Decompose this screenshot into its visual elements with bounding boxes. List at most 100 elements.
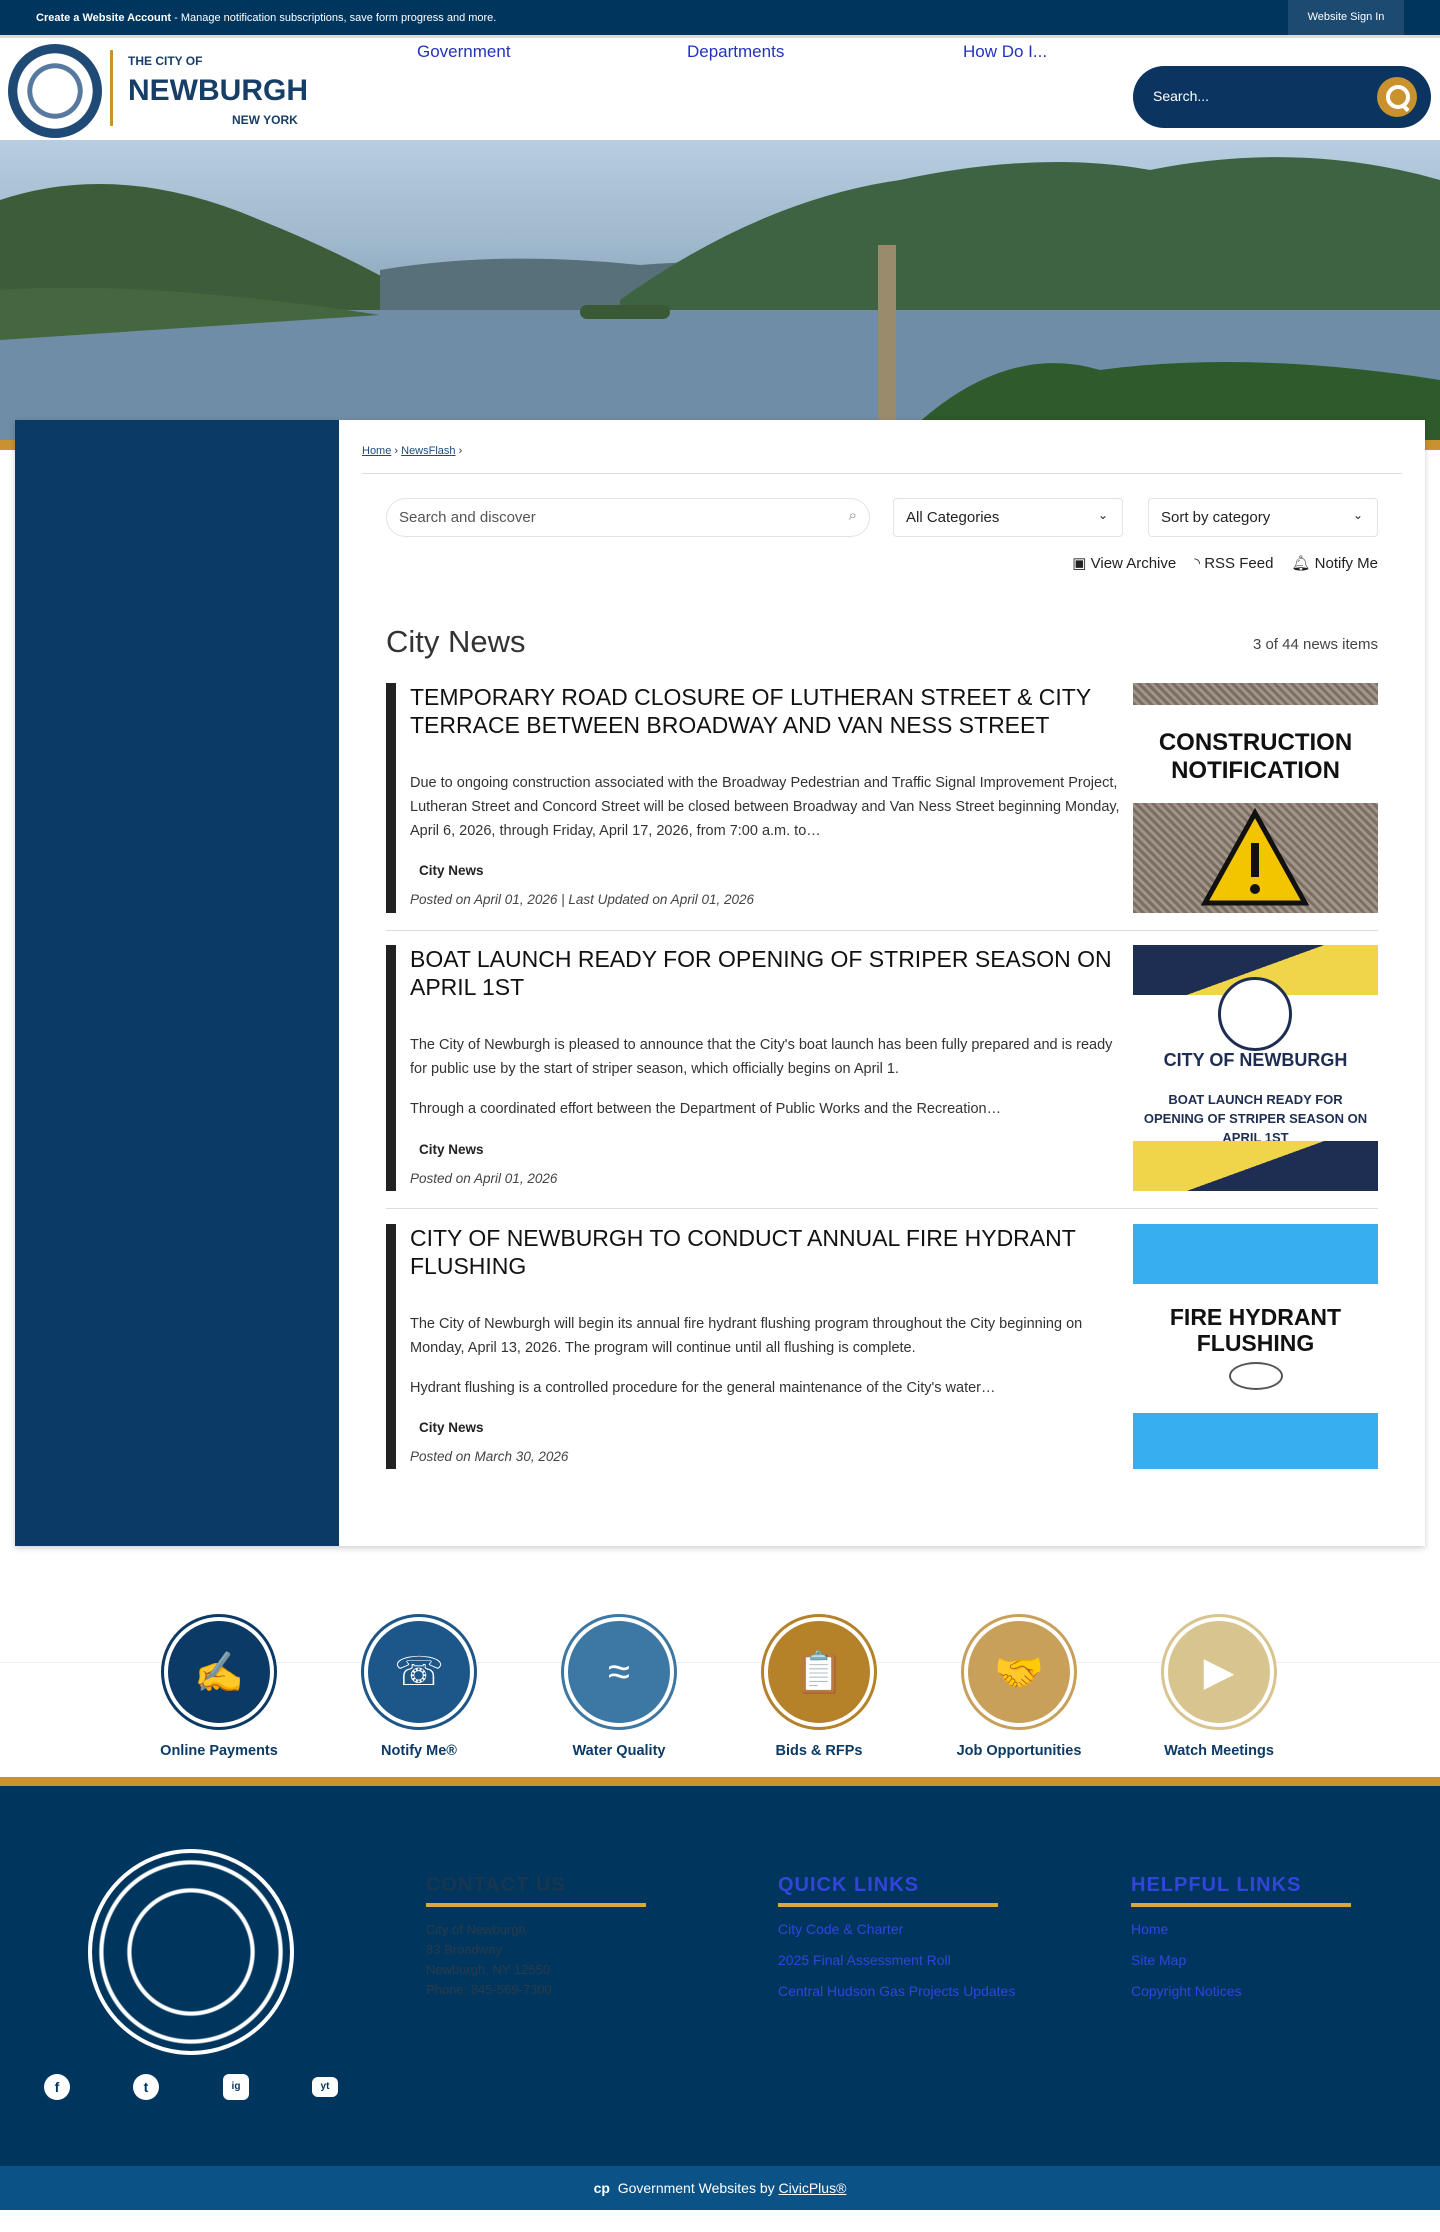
news-item: CITY OF NEWBURGH TO CONDUCT ANNUAL FIRE … — [386, 1224, 1378, 1469]
gravel-area — [1133, 803, 1378, 913]
footer-city-seal — [88, 1849, 294, 2055]
news-image[interactable]: CONSTRUCTION NOTIFICATION — [1133, 683, 1378, 913]
footer-gold-line — [0, 1777, 1440, 1786]
breadcrumb-home[interactable]: Home — [362, 445, 391, 457]
site-search-input[interactable]: Search... — [1133, 66, 1431, 128]
quick-link-online-payments[interactable]: ✍ Online Payments — [119, 1617, 319, 1759]
search-icon[interactable]: ⌕ — [849, 507, 857, 524]
quick-link-label: Notify Me® — [381, 1743, 457, 1759]
helpful-links-list: Home Site Map Copyright Notices — [1131, 1914, 1242, 2007]
logo-line3: NEW YORK — [232, 113, 298, 127]
quick-link-bids-rfps[interactable]: 📋 Bids & RFPs — [719, 1617, 919, 1759]
youtube-icon[interactable]: yt — [312, 2077, 338, 2097]
contact-heading: CONTACT US — [426, 1874, 646, 1907]
footer: CONTACT US City of Newburgh 83 Broadway … — [0, 1786, 1440, 2166]
bell-icon: 🔔︎ — [1291, 555, 1311, 572]
news-actions: ▣ View Archive ◝ RSS Feed 🔔︎ Notify Me — [1072, 554, 1378, 572]
nav-government[interactable]: Government — [417, 42, 511, 62]
sign-in-button[interactable]: Website Sign In — [1288, 0, 1404, 35]
news-image[interactable]: CITY OF NEWBURGH BOAT LAUNCH READY FOR O… — [1133, 945, 1378, 1191]
footer-link[interactable]: Home — [1131, 1914, 1242, 1945]
view-archive-link[interactable]: ▣ View Archive — [1072, 554, 1176, 572]
sidebar — [15, 420, 339, 1546]
contact-info: City of Newburgh 83 Broadway Newburgh, N… — [426, 1920, 552, 2000]
account-message: Create a Website Account - Manage notifi… — [36, 12, 496, 24]
hudson-river-landscape — [0, 157, 1440, 440]
image-caption: CONSTRUCTION NOTIFICATION — [1158, 729, 1353, 784]
breadcrumb: Home › NewsFlash › — [362, 445, 463, 457]
image-band-top — [1133, 1224, 1378, 1284]
site-header: THE CITY OF NEWBURGH NEW YORK Government… — [0, 35, 1440, 140]
logo-line2[interactable]: NEWBURGH — [128, 74, 308, 108]
image-band-bottom — [1133, 1141, 1378, 1191]
city-seal — [1228, 1362, 1283, 1390]
video-icon: ▶ — [1164, 1617, 1274, 1727]
city-seal-logo[interactable] — [8, 44, 102, 138]
footer-link[interactable]: Site Map — [1131, 1945, 1242, 1976]
image-caption: FIRE HYDRANT FLUSHING — [1169, 1304, 1342, 1356]
news-category: City News — [419, 1420, 484, 1435]
news-category: City News — [419, 1142, 484, 1157]
sort-value: Sort by category — [1161, 509, 1271, 526]
top-bar: Create a Website Account - Manage notifi… — [0, 0, 1440, 35]
news-desc: Due to ongoing construction associated w… — [410, 775, 1120, 839]
handshake-icon: 🤝 — [964, 1617, 1074, 1727]
image-subcaption: BOAT LAUNCH READY FOR OPENING OF STRIPER… — [1143, 1092, 1368, 1145]
accent-bar — [386, 945, 396, 1191]
search-icon[interactable] — [1377, 77, 1417, 117]
notify-label: Notify Me — [1314, 555, 1378, 572]
footer-link[interactable]: 2025 Final Assessment Roll — [778, 1945, 1015, 1976]
nav-how-do-i[interactable]: How Do I... — [963, 42, 1047, 62]
news-image[interactable]: FIRE HYDRANT FLUSHING — [1133, 1224, 1378, 1469]
gravel-strip — [1133, 683, 1378, 705]
news-title[interactable]: CITY OF NEWBURGH TO CONDUCT ANNUAL FIRE … — [410, 1224, 1130, 1280]
payment-icon: ✍ — [164, 1617, 274, 1727]
news-date: Posted on April 01, 2026 | Last Updated … — [410, 892, 754, 907]
quick-links-heading: QUICK LINKS — [778, 1874, 998, 1907]
credit-bar: cp Government Websites by CivicPlus® — [0, 2166, 1440, 2210]
news-desc: The City of Newburgh is pleased to annou… — [410, 1037, 1113, 1077]
create-account-link[interactable]: Create a Website Account — [36, 12, 171, 24]
footer-link[interactable]: City Code & Charter — [778, 1914, 1015, 1945]
footer-link[interactable]: Copyright Notices — [1131, 1976, 1242, 2007]
quick-link-label: Watch Meetings — [1164, 1743, 1274, 1759]
notify-me-link[interactable]: 🔔︎ Notify Me — [1291, 554, 1378, 572]
nav-departments[interactable]: Departments — [687, 42, 784, 62]
search-placeholder: Search... — [1153, 88, 1210, 104]
footer-link[interactable]: Central Hudson Gas Projects Updates — [778, 1976, 1015, 2007]
chevron-down-icon: ⌄ — [1097, 508, 1108, 522]
quick-link-notify-me[interactable]: ☏ Notify Me® — [319, 1617, 519, 1759]
news-search-input[interactable]: Search and discover ⌕ — [386, 498, 870, 537]
news-title[interactable]: TEMPORARY ROAD CLOSURE OF LUTHERAN STREE… — [410, 683, 1130, 739]
quick-link-water-quality[interactable]: ≈ Water Quality — [519, 1617, 719, 1759]
rss-feed-link[interactable]: ◝ RSS Feed — [1194, 554, 1273, 572]
category-value: All Categories — [906, 509, 1000, 526]
quick-link-job-opportunities[interactable]: 🤝 Job Opportunities — [919, 1617, 1119, 1759]
helpful-links-heading: HELPFUL LINKS — [1131, 1874, 1351, 1907]
quick-link-label: Online Payments — [160, 1743, 278, 1759]
facebook-icon[interactable]: f — [44, 2074, 70, 2100]
civicplus-link[interactable]: CivicPlus® — [779, 2180, 847, 2196]
divider — [362, 473, 1402, 474]
news-category: City News — [419, 863, 484, 878]
news-desc: Through a coordinated effort between the… — [410, 1101, 1002, 1117]
news-title[interactable]: BOAT LAUNCH READY FOR OPENING OF STRIPER… — [410, 945, 1130, 1001]
news-count: 3 of 44 news items — [1252, 636, 1378, 653]
quick-link-label: Job Opportunities — [956, 1743, 1082, 1759]
category-select[interactable]: All Categories ⌄ — [893, 498, 1123, 537]
quick-link-watch-meetings[interactable]: ▶ Watch Meetings — [1119, 1617, 1319, 1759]
contact-line: Phone: 845-569-7300 — [426, 1982, 552, 1997]
news-date: Posted on April 01, 2026 — [410, 1171, 558, 1186]
logo-line1: THE CITY OF — [128, 54, 203, 68]
twitter-icon[interactable]: t — [133, 2074, 159, 2100]
news-desc: The City of Newburgh will begin its annu… — [410, 1316, 1083, 1356]
civicplus-logo-icon: cp — [593, 2180, 610, 2196]
contact-line: Newburgh, NY 12550 — [426, 1962, 551, 1977]
sort-select[interactable]: Sort by category ⌄ — [1148, 498, 1378, 537]
instagram-icon[interactable]: ig — [223, 2074, 249, 2100]
divider — [386, 930, 1378, 931]
account-desc: - Manage notification subscriptions, sav… — [171, 12, 497, 24]
news-item: TEMPORARY ROAD CLOSURE OF LUTHERAN STREE… — [386, 683, 1378, 913]
chevron-down-icon: ⌄ — [1352, 508, 1363, 522]
breadcrumb-newsflash[interactable]: NewsFlash — [401, 445, 455, 457]
